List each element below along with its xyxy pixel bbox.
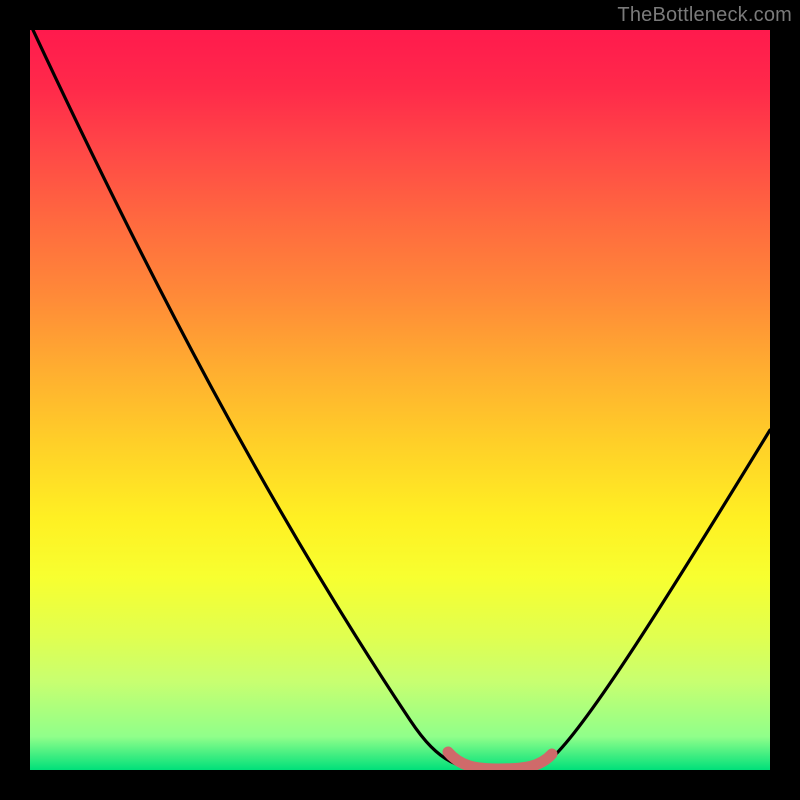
bottleneck-flat-marker xyxy=(448,752,552,769)
chart-frame: TheBottleneck.com xyxy=(0,0,800,800)
plot-area xyxy=(30,30,770,770)
curve-layer xyxy=(30,30,770,770)
bottleneck-curve xyxy=(33,30,770,770)
watermark-text: TheBottleneck.com xyxy=(617,4,792,27)
